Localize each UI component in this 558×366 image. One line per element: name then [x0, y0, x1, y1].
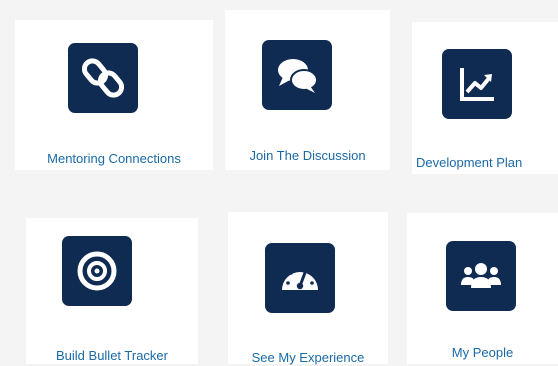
tile-development-plan[interactable]: Development Plan: [412, 22, 558, 174]
tile-icon-box[interactable]: [62, 236, 132, 306]
speedometer-icon: [282, 266, 318, 290]
tile-label[interactable]: Build Bullet Tracker: [26, 348, 198, 364]
target-icon: [77, 251, 117, 291]
tile-see-my-experience[interactable]: See My Experience: [228, 212, 388, 365]
tile-label[interactable]: Join The Discussion: [225, 148, 390, 164]
tile-label[interactable]: My People: [407, 345, 558, 361]
tile-label[interactable]: Development Plan: [416, 155, 558, 171]
tile-mentoring-connections[interactable]: Mentoring Connections: [15, 20, 213, 170]
link-icon: [81, 58, 125, 98]
chart-line-icon: [460, 68, 494, 101]
tile-icon-box[interactable]: [262, 40, 332, 110]
chat-bubbles-icon: [278, 59, 318, 93]
tile-icon-box[interactable]: [68, 43, 138, 113]
tile-icon-box[interactable]: [265, 243, 335, 313]
tile-join-the-discussion[interactable]: Join The Discussion: [225, 10, 390, 170]
tile-build-bullet-tracker[interactable]: Build Bullet Tracker: [26, 218, 198, 364]
tile-icon-box[interactable]: [446, 241, 516, 311]
users-icon: [461, 263, 501, 288]
tile-icon-box[interactable]: [442, 49, 512, 119]
tile-label[interactable]: Mentoring Connections: [15, 151, 213, 167]
tile-my-people[interactable]: My People: [407, 213, 558, 364]
